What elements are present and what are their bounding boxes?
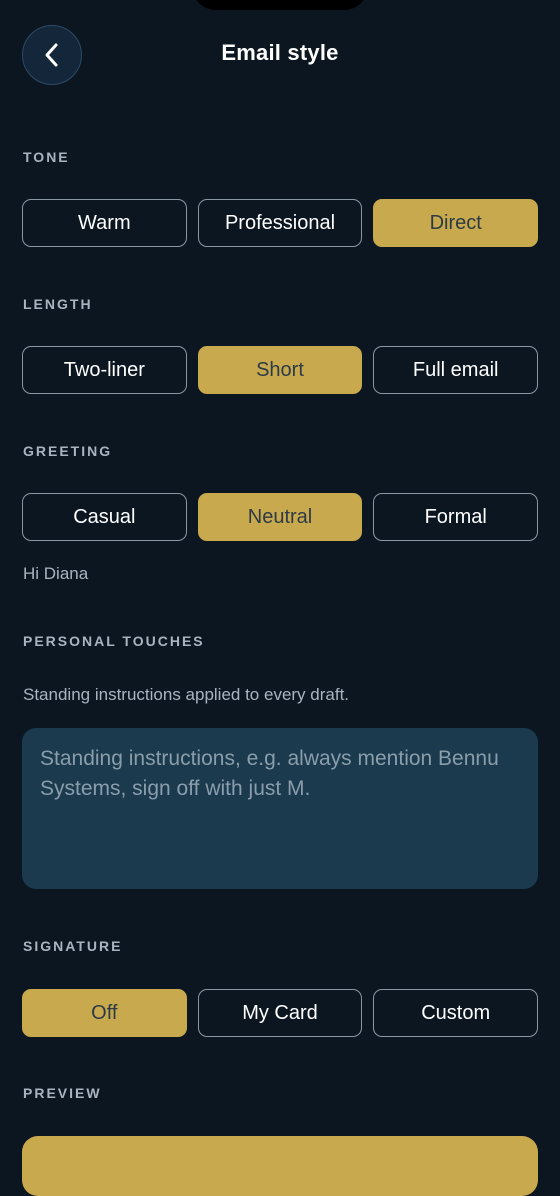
length-segmented-control: Two-liner Short Full email: [22, 346, 539, 394]
preview-label: PREVIEW: [23, 1085, 102, 1101]
greeting-example: Hi Diana: [23, 564, 89, 583]
greeting-segmented-control: Casual Neutral Formal: [22, 493, 539, 541]
signature-option-my-card[interactable]: My Card: [197, 989, 363, 1037]
personal-touches-input[interactable]: Standing instructions, e.g. always menti…: [22, 728, 538, 889]
tone-label: TONE: [23, 149, 70, 165]
personal-touches-placeholder: Standing instructions, e.g. always menti…: [40, 747, 499, 800]
length-label: LENGTH: [23, 296, 93, 312]
signature-option-off[interactable]: Off: [22, 989, 187, 1037]
tone-segmented-control: Warm Professional Direct: [22, 199, 539, 247]
signature-option-custom[interactable]: Custom: [373, 989, 539, 1037]
tone-option-direct[interactable]: Direct: [373, 199, 539, 247]
header: Email style: [0, 0, 560, 112]
signature-label: SIGNATURE: [23, 938, 123, 954]
length-option-full-email[interactable]: Full email: [373, 346, 539, 394]
length-option-two-liner[interactable]: Two-liner: [22, 346, 187, 394]
personal-touches-helper: Standing instructions applied to every d…: [23, 685, 350, 704]
length-option-short[interactable]: Short: [197, 346, 363, 394]
tone-option-warm[interactable]: Warm: [22, 199, 187, 247]
signature-segmented-control: Off My Card Custom: [22, 989, 539, 1037]
greeting-label: GREETING: [23, 443, 113, 459]
greeting-option-neutral[interactable]: Neutral: [197, 493, 363, 541]
greeting-option-formal[interactable]: Formal: [373, 493, 539, 541]
preview-card: [22, 1136, 538, 1196]
greeting-option-casual[interactable]: Casual: [22, 493, 187, 541]
personal-touches-label: PERSONAL TOUCHES: [23, 633, 205, 649]
page-title: Email style: [221, 40, 339, 65]
tone-option-professional[interactable]: Professional: [197, 199, 363, 247]
